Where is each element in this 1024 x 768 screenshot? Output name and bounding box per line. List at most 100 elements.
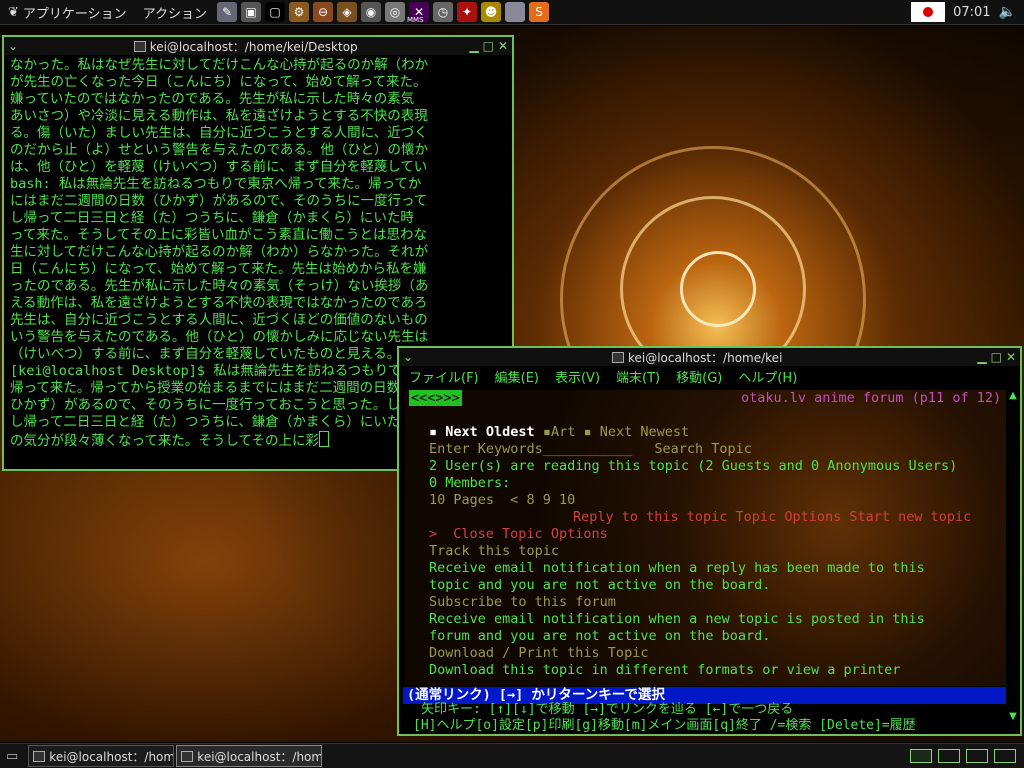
launcher-bar: ✎ ▣ ▢ ⚙ ⊖ ◈ ◉ ◎ ✕ MMS ◷ ✦ ☻ S: [215, 2, 551, 24]
package-manager-icon[interactable]: ◈: [337, 2, 358, 22]
workspace-1[interactable]: [910, 749, 932, 763]
workspace-2[interactable]: [938, 749, 960, 763]
terminal-window-home[interactable]: ⌄ kei@localhost：/home/kei ▁ □ ✕ ファイル(F) 編…: [397, 346, 1022, 736]
window-title: kei@localhost：/home/kei: [417, 349, 977, 366]
terminal-line: なかった。私はなぜ先生に対してだけこんな心持が起るのか解（わか: [10, 57, 429, 73]
window-title: kei@localhost：/home/kei/Desktop: [22, 38, 469, 55]
terminal-line: し帰って二日三日と経（た）つうちに、鎌倉（かまくら）にいた時: [10, 210, 414, 226]
screenshot-icon[interactable]: ▣: [241, 2, 262, 22]
window-menu-chevron-icon[interactable]: ⌄: [399, 350, 417, 364]
prev-page-link[interactable]: <: [510, 492, 518, 508]
window-menu-chevron-icon[interactable]: ⌄: [4, 39, 22, 53]
terminal-line: 日（こんにち）になって、始めて解って来た。先生は始めから私を嫌: [10, 261, 427, 277]
disc-icon[interactable]: ◎: [385, 2, 406, 22]
terminal-icon: [33, 750, 46, 762]
system-tray: 07:01 🔈: [911, 2, 1024, 22]
minimize-icon[interactable]: ▁: [469, 39, 478, 53]
terminal-icon[interactable]: ▢: [265, 2, 286, 22]
window-controls: ▁ □ ✕: [469, 39, 512, 53]
scroll-down-icon[interactable]: ▼: [1008, 711, 1018, 722]
person-icon[interactable]: ☻: [481, 2, 502, 22]
top-panel: ❦ アプリケーション アクション ✎ ▣ ▢ ⚙ ⊖ ◈ ◉ ◎ ✕ MMS ◷ ✦ ☻ S 07:01 …: [0, 0, 1024, 25]
text-editor-icon[interactable]: ✎: [217, 2, 238, 22]
terminal-menu-item[interactable]: 移動(G): [676, 367, 722, 386]
sub-desc-line-1: Receive email notification when a new to…: [429, 611, 925, 627]
help-line-2: [H]ヘルプ[o]設定[p]印刷[g]移動[m]メイン画面[q]終了 /=検索 …: [413, 718, 916, 733]
dragon-icon[interactable]: ✦: [457, 2, 478, 22]
terminal-line: は、他（ひと）を軽蔑（けいべつ）する前に、まず自分を軽蔑してい: [10, 159, 428, 175]
terminal-line: にはまだ二週間の日数（ひかず）があるので、そのうちに一度行って: [10, 193, 428, 209]
task-label: kei@localhost：/home/kei: [197, 749, 323, 764]
art-link[interactable]: ▪Art: [543, 424, 576, 440]
workspace-3[interactable]: [966, 749, 988, 763]
scroll-up-icon[interactable]: ▲: [1008, 390, 1018, 401]
subscribe-forum-link[interactable]: Subscribe to this forum: [429, 594, 616, 611]
window-titlebar[interactable]: ⌄ kei@localhost：/home/kei ▁ □ ✕: [399, 348, 1020, 366]
gnome-foot-icon: ❦: [8, 4, 19, 20]
applications-menu[interactable]: ❦ アプリケーション: [0, 0, 135, 25]
maximize-icon[interactable]: □: [991, 350, 1002, 364]
terminal-line: ったのである。先生が私に示した時々の素気（そっけ）ない挨拶（あ: [10, 278, 429, 294]
terminal-icon: [181, 750, 194, 762]
terminal-menu-item[interactable]: ヘルプ(H): [738, 367, 797, 386]
volume-icon[interactable]: 🔈: [999, 4, 1016, 20]
members-text: 0 Members:: [429, 475, 511, 491]
terminal-line: って来た。そうしてその上に彩皆い血がこう素直に働こうとは思わな: [10, 227, 428, 243]
track-topic-link[interactable]: Track this topic: [429, 543, 559, 560]
terminal-cursor: [319, 431, 330, 447]
next-oldest-link[interactable]: ▪ Next Oldest: [429, 424, 535, 440]
clock[interactable]: 07:01: [953, 5, 990, 20]
terminal-scrollbar[interactable]: ▲ ▼: [1008, 390, 1018, 722]
nav-arrows-link[interactable]: <<<>>>: [409, 390, 462, 406]
mms-icon[interactable]: ✕ MMS: [407, 2, 430, 24]
task-button-desktop-terminal[interactable]: kei@localhost：/home/kei/Desktop: [28, 745, 175, 767]
terminal-menu-item[interactable]: 編集(E): [495, 367, 539, 386]
package-icon[interactable]: ⚙: [289, 2, 310, 22]
minimize-icon[interactable]: ▁: [977, 350, 986, 364]
terminal-icon: [611, 351, 624, 363]
task-button-home-terminal[interactable]: kei@localhost：/home/kei: [176, 745, 323, 767]
terminal-icon: [133, 40, 146, 52]
close-options-arrow: >: [429, 526, 438, 542]
text-browser-page[interactable]: <<<>>> otaku.lv anime forum (p11 of 12) …: [405, 390, 1006, 686]
actions-menu[interactable]: アクション: [135, 0, 215, 25]
close-icon[interactable]: ✕: [498, 39, 508, 53]
terminal-menu-item[interactable]: 端末(T): [616, 367, 660, 386]
blank-app-icon[interactable]: [505, 2, 526, 22]
close-icon[interactable]: ✕: [1006, 350, 1016, 364]
clock-app-icon[interactable]: ◷: [433, 2, 454, 22]
track-desc-line-1: Receive email notification when a reply …: [429, 560, 925, 576]
package-remove-icon[interactable]: ⊖: [313, 2, 334, 22]
track-desc-line-2: topic and you are not active on the boar…: [429, 577, 771, 593]
search-topic-button[interactable]: Search Topic: [654, 441, 752, 457]
input-method-flag-icon[interactable]: [911, 2, 946, 22]
workspace-4[interactable]: [994, 749, 1016, 763]
show-desktop-icon[interactable]: ▭: [6, 749, 18, 764]
page-number-links[interactable]: 8 9 10: [526, 492, 575, 508]
window-titlebar[interactable]: ⌄ kei@localhost：/home/kei/Desktop ▁ □ ✕: [4, 37, 512, 55]
keywords-input[interactable]: Enter Keywords___________: [429, 441, 632, 457]
flag-circle: [923, 7, 934, 17]
pages-count: 10 Pages: [429, 492, 495, 508]
terminal-line: 生に対してだけこんな心持が起るのか解（わか）らなかった。それが: [10, 244, 429, 260]
window-title-text: kei@localhost：/home/kei: [627, 350, 783, 365]
workspace-switcher: [910, 749, 1016, 763]
terminal-line: が先生の亡くなった今日（こんにち）になって、始めて解って来た。: [10, 74, 427, 90]
topic-actions-links[interactable]: Reply to this topic Topic Options Start …: [573, 509, 971, 526]
terminal-line: 先生は、自分に近づこうとする人間に、近づくほどの価値のないもの: [10, 312, 428, 328]
next-newest-link[interactable]: ▪ Next Newest: [583, 424, 689, 440]
download-desc: Download this topic in different formats…: [429, 662, 901, 678]
download-print-link[interactable]: Download / Print this Topic: [429, 645, 648, 662]
close-topic-options-link[interactable]: Close Topic Options: [453, 526, 607, 542]
bottom-taskbar: ▭ kei@localhost：/home/kei/Desktop kei@lo…: [0, 743, 1024, 768]
actions-label: アクション: [142, 6, 208, 22]
terminal-menu-item[interactable]: 表示(V): [555, 367, 600, 386]
maximize-icon[interactable]: □: [483, 39, 494, 53]
camera-icon[interactable]: ◉: [361, 2, 382, 22]
terminal-line: あいさつ）や冷淡に見える動作は、私を遠ざけようとする不快の表現: [10, 108, 428, 124]
terminal-menu-item[interactable]: ファイル(F): [409, 367, 479, 386]
window-controls: ▁ □ ✕: [977, 350, 1020, 364]
readers-text: 2 User(s) are reading this topic (2 Gues…: [429, 458, 958, 474]
wallpaper-ring: [680, 251, 756, 327]
skype-icon[interactable]: S: [529, 2, 550, 22]
